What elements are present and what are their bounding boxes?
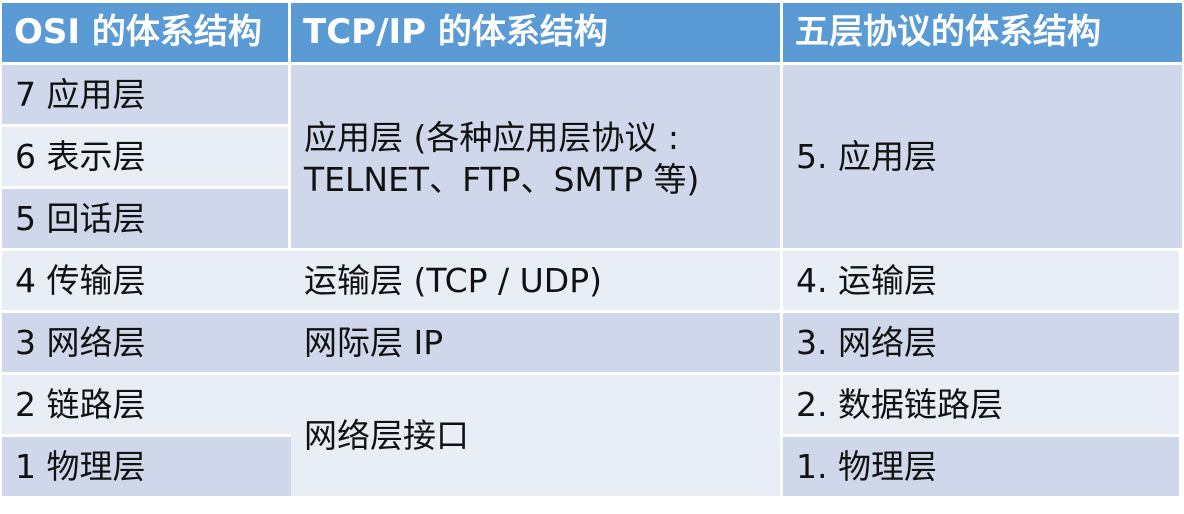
header-osi: OSI 的体系结构 <box>2 3 291 65</box>
tcpip-internet-layer: 网际层 IP <box>291 313 783 375</box>
five-layer-application: 5. 应用层 <box>783 65 1182 251</box>
header-tcpip: TCP/IP 的体系结构 <box>291 3 783 65</box>
tcpip-transport-layer: 运输层 (TCP / UDP) <box>291 251 783 313</box>
header-five-layer: 五层协议的体系结构 <box>783 3 1182 65</box>
network-layer-comparison-table: OSI 的体系结构 TCP/IP 的体系结构 五层协议的体系结构 7 应用层 应… <box>2 3 1182 499</box>
tcpip-application-layer: 应用层 (各种应用层协议 : TELNET、FTP、SMTP 等) <box>291 65 783 251</box>
osi-layer-3: 3 网络层 <box>2 313 291 375</box>
osi-layer-2: 2 链路层 <box>2 375 291 437</box>
tcpip-network-interface-layer: 网络层接口 <box>291 375 783 499</box>
five-layer-network: 3. 网络层 <box>783 313 1182 375</box>
five-layer-physical: 1. 物理层 <box>783 437 1182 499</box>
osi-layer-4: 4 传输层 <box>2 251 291 313</box>
five-layer-transport: 4. 运输层 <box>783 251 1182 313</box>
osi-layer-5: 5 回话层 <box>2 189 291 251</box>
osi-layer-7: 7 应用层 <box>2 65 291 127</box>
five-layer-data-link: 2. 数据链路层 <box>783 375 1182 437</box>
osi-layer-6: 6 表示层 <box>2 127 291 189</box>
osi-layer-1: 1 物理层 <box>2 437 291 499</box>
